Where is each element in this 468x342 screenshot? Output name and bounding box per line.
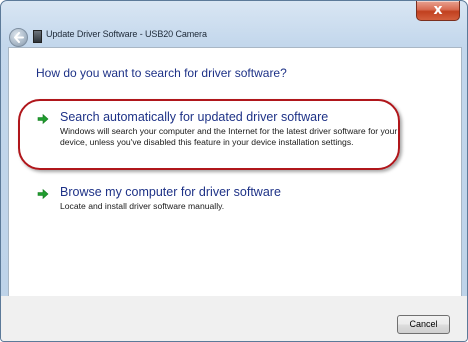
option-title[interactable]: Search automatically for updated driver … xyxy=(60,110,328,124)
option-description: Windows will search your computer and th… xyxy=(60,126,398,147)
green-arrow-icon xyxy=(37,188,49,200)
close-button[interactable]: x xyxy=(416,1,460,21)
cancel-button[interactable]: Cancel xyxy=(397,315,450,334)
update-driver-window: x Update Driver Software - USB20 Camera … xyxy=(0,0,468,342)
close-icon: x xyxy=(433,2,443,18)
green-arrow-icon xyxy=(37,113,49,125)
back-arrow-icon xyxy=(14,32,24,43)
window-title: Update Driver Software - USB20 Camera xyxy=(46,29,207,39)
driver-device-icon xyxy=(33,30,42,43)
page-heading: How do you want to search for driver sof… xyxy=(36,66,287,80)
title-bar[interactable]: x Update Driver Software - USB20 Camera xyxy=(1,1,467,47)
back-button[interactable] xyxy=(9,28,28,47)
option-title[interactable]: Browse my computer for driver software xyxy=(60,185,281,199)
footer-bar: Cancel xyxy=(1,296,467,341)
option-description: Locate and install driver software manua… xyxy=(60,201,225,211)
main-panel: How do you want to search for driver sof… xyxy=(8,47,462,297)
